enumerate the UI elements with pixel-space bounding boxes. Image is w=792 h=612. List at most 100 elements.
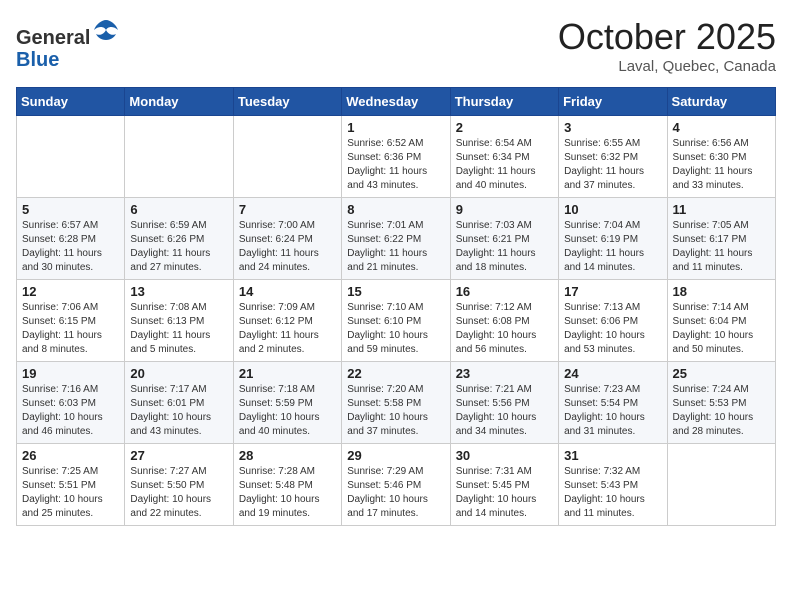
calendar-cell: 16 Sunrise: 7:12 AM Sunset: 6:08 PM Dayli…: [450, 280, 558, 362]
day-info: Sunrise: 7:00 AM Sunset: 6:24 PM Dayligh…: [239, 219, 336, 275]
day-number: 17: [564, 284, 661, 299]
calendar-header-sunday: Sunday: [17, 88, 125, 116]
calendar-cell: 29 Sunrise: 7:29 AM Sunset: 5:46 PM Dayli…: [342, 444, 450, 526]
day-info: Sunrise: 7:12 AM Sunset: 6:08 PM Dayligh…: [456, 301, 553, 357]
calendar-cell: 3 Sunrise: 6:55 AM Sunset: 6:32 PM Daylig…: [559, 116, 667, 198]
calendar-cell: 22 Sunrise: 7:20 AM Sunset: 5:58 PM Dayli…: [342, 362, 450, 444]
day-number: 4: [673, 120, 770, 135]
calendar-cell: 24 Sunrise: 7:23 AM Sunset: 5:54 PM Dayli…: [559, 362, 667, 444]
calendar-cell: 21 Sunrise: 7:18 AM Sunset: 5:59 PM Dayli…: [233, 362, 341, 444]
page-header: General Blue October 2025 Laval, Quebec,…: [16, 16, 776, 75]
calendar-cell: 6 Sunrise: 6:59 AM Sunset: 6:26 PM Daylig…: [125, 198, 233, 280]
logo-blue: Blue: [16, 49, 59, 71]
day-number: 5: [22, 202, 119, 217]
calendar-week-2: 5 Sunrise: 6:57 AM Sunset: 6:28 PM Daylig…: [17, 198, 776, 280]
day-number: 31: [564, 448, 661, 463]
day-info: Sunrise: 7:23 AM Sunset: 5:54 PM Dayligh…: [564, 383, 661, 439]
calendar-cell: 17 Sunrise: 7:13 AM Sunset: 6:06 PM Dayli…: [559, 280, 667, 362]
calendar-cell: 8 Sunrise: 7:01 AM Sunset: 6:22 PM Daylig…: [342, 198, 450, 280]
day-info: Sunrise: 7:03 AM Sunset: 6:21 PM Dayligh…: [456, 219, 553, 275]
calendar-cell: 19 Sunrise: 7:16 AM Sunset: 6:03 PM Dayli…: [17, 362, 125, 444]
calendar-cell: 25 Sunrise: 7:24 AM Sunset: 5:53 PM Dayli…: [667, 362, 775, 444]
day-number: 24: [564, 366, 661, 381]
day-info: Sunrise: 6:57 AM Sunset: 6:28 PM Dayligh…: [22, 219, 119, 275]
calendar-header-tuesday: Tuesday: [233, 88, 341, 116]
day-info: Sunrise: 6:56 AM Sunset: 6:30 PM Dayligh…: [673, 137, 770, 193]
day-info: Sunrise: 7:06 AM Sunset: 6:15 PM Dayligh…: [22, 301, 119, 357]
calendar-cell: [667, 444, 775, 526]
calendar-cell: 7 Sunrise: 7:00 AM Sunset: 6:24 PM Daylig…: [233, 198, 341, 280]
day-info: Sunrise: 7:24 AM Sunset: 5:53 PM Dayligh…: [673, 383, 770, 439]
day-info: Sunrise: 6:59 AM Sunset: 6:26 PM Dayligh…: [130, 219, 227, 275]
day-info: Sunrise: 7:13 AM Sunset: 6:06 PM Dayligh…: [564, 301, 661, 357]
calendar-cell: 30Sunrise: 7:31 AM Sunset: 5:45 PM Dayli…: [450, 444, 558, 526]
calendar-cell: [233, 116, 341, 198]
day-number: 28: [239, 448, 336, 463]
calendar-cell: 1 Sunrise: 6:52 AM Sunset: 6:36 PM Daylig…: [342, 116, 450, 198]
day-info: Sunrise: 7:20 AM Sunset: 5:58 PM Dayligh…: [347, 383, 444, 439]
day-info: Sunrise: 7:10 AM Sunset: 6:10 PM Dayligh…: [347, 301, 444, 357]
calendar-cell: 14 Sunrise: 7:09 AM Sunset: 6:12 PM Dayli…: [233, 280, 341, 362]
day-number: 15: [347, 284, 444, 299]
day-number: 21: [239, 366, 336, 381]
location: Laval, Quebec, Canada: [558, 58, 776, 75]
calendar-cell: 23Sunrise: 7:21 AM Sunset: 5:56 PM Dayli…: [450, 362, 558, 444]
day-number: 26: [22, 448, 119, 463]
calendar-cell: 28 Sunrise: 7:28 AM Sunset: 5:48 PM Dayli…: [233, 444, 341, 526]
day-info: Sunrise: 7:28 AM Sunset: 5:48 PM Dayligh…: [239, 465, 336, 521]
calendar-table: SundayMondayTuesdayWednesdayThursdayFrid…: [16, 87, 776, 526]
day-info: Sunrise: 7:14 AM Sunset: 6:04 PM Dayligh…: [673, 301, 770, 357]
day-info: Sunrise: 7:09 AM Sunset: 6:12 PM Dayligh…: [239, 301, 336, 357]
day-number: 27: [130, 448, 227, 463]
calendar-header-row: SundayMondayTuesdayWednesdayThursdayFrid…: [17, 88, 776, 116]
day-info: Sunrise: 6:55 AM Sunset: 6:32 PM Dayligh…: [564, 137, 661, 193]
day-number: 10: [564, 202, 661, 217]
day-info: Sunrise: 7:27 AM Sunset: 5:50 PM Dayligh…: [130, 465, 227, 521]
calendar-header-wednesday: Wednesday: [342, 88, 450, 116]
day-info: Sunrise: 7:32 AM Sunset: 5:43 PM Dayligh…: [564, 465, 661, 521]
day-number: 30: [456, 448, 553, 463]
day-number: 7: [239, 202, 336, 217]
day-number: 8: [347, 202, 444, 217]
day-number: 19: [22, 366, 119, 381]
calendar-cell: 11Sunrise: 7:05 AM Sunset: 6:17 PM Dayli…: [667, 198, 775, 280]
month-title: October 2025: [558, 16, 776, 58]
day-info: Sunrise: 6:52 AM Sunset: 6:36 PM Dayligh…: [347, 137, 444, 193]
logo-general: General: [16, 27, 90, 49]
day-number: 14: [239, 284, 336, 299]
day-number: 25: [673, 366, 770, 381]
day-info: Sunrise: 7:25 AM Sunset: 5:51 PM Dayligh…: [22, 465, 119, 521]
day-number: 12: [22, 284, 119, 299]
day-number: 2: [456, 120, 553, 135]
day-info: Sunrise: 6:54 AM Sunset: 6:34 PM Dayligh…: [456, 137, 553, 193]
calendar-header-friday: Friday: [559, 88, 667, 116]
calendar-cell: 26 Sunrise: 7:25 AM Sunset: 5:51 PM Dayli…: [17, 444, 125, 526]
day-info: Sunrise: 7:05 AM Sunset: 6:17 PM Dayligh…: [673, 219, 770, 275]
calendar-cell: 10Sunrise: 7:04 AM Sunset: 6:19 PM Dayli…: [559, 198, 667, 280]
day-info: Sunrise: 7:29 AM Sunset: 5:46 PM Dayligh…: [347, 465, 444, 521]
calendar-cell: 15 Sunrise: 7:10 AM Sunset: 6:10 PM Dayli…: [342, 280, 450, 362]
calendar-header-thursday: Thursday: [450, 88, 558, 116]
calendar-cell: 9Sunrise: 7:03 AM Sunset: 6:21 PM Daylig…: [450, 198, 558, 280]
day-number: 20: [130, 366, 227, 381]
calendar-cell: 27 Sunrise: 7:27 AM Sunset: 5:50 PM Dayli…: [125, 444, 233, 526]
title-block: October 2025 Laval, Quebec, Canada: [558, 16, 776, 75]
calendar-week-3: 12 Sunrise: 7:06 AM Sunset: 6:15 PM Dayli…: [17, 280, 776, 362]
calendar-cell: [125, 116, 233, 198]
day-number: 16: [456, 284, 553, 299]
day-info: Sunrise: 7:18 AM Sunset: 5:59 PM Dayligh…: [239, 383, 336, 439]
calendar-week-5: 26 Sunrise: 7:25 AM Sunset: 5:51 PM Dayli…: [17, 444, 776, 526]
calendar-header-saturday: Saturday: [667, 88, 775, 116]
day-info: Sunrise: 7:16 AM Sunset: 6:03 PM Dayligh…: [22, 383, 119, 439]
day-number: 3: [564, 120, 661, 135]
day-number: 29: [347, 448, 444, 463]
calendar-cell: 20Sunrise: 7:17 AM Sunset: 6:01 PM Dayli…: [125, 362, 233, 444]
day-number: 1: [347, 120, 444, 135]
day-number: 6: [130, 202, 227, 217]
day-info: Sunrise: 7:08 AM Sunset: 6:13 PM Dayligh…: [130, 301, 227, 357]
calendar-cell: 5 Sunrise: 6:57 AM Sunset: 6:28 PM Daylig…: [17, 198, 125, 280]
calendar-header-monday: Monday: [125, 88, 233, 116]
day-info: Sunrise: 7:01 AM Sunset: 6:22 PM Dayligh…: [347, 219, 444, 275]
day-number: 22: [347, 366, 444, 381]
calendar-cell: 12 Sunrise: 7:06 AM Sunset: 6:15 PM Dayli…: [17, 280, 125, 362]
